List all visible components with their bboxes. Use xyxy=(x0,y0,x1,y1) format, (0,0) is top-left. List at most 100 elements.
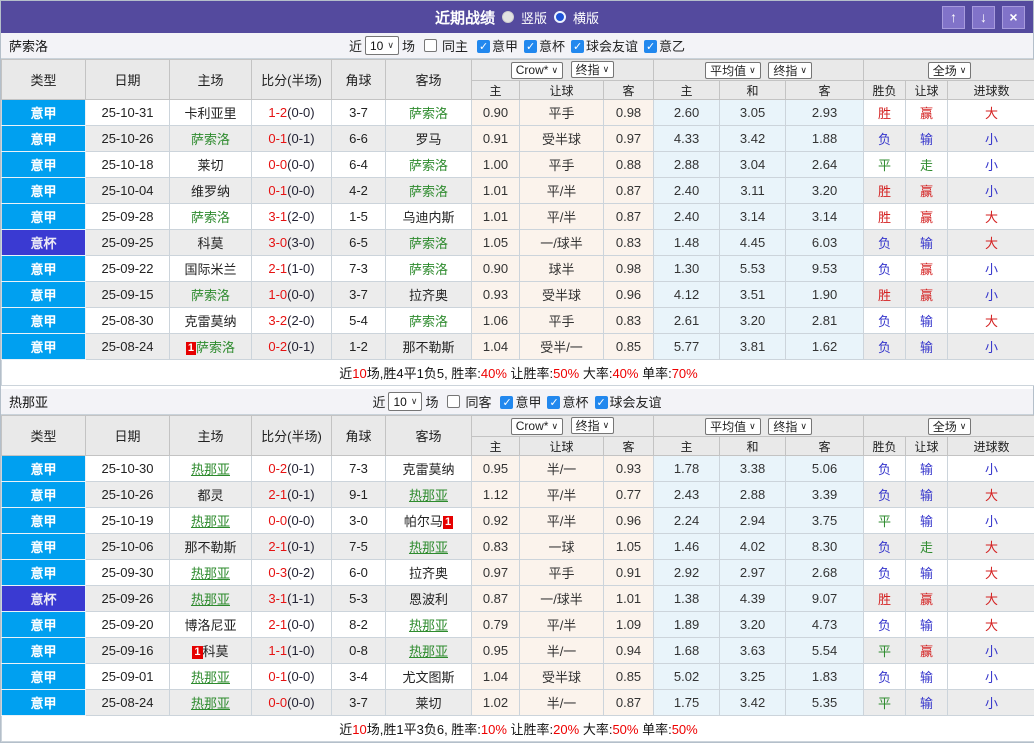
team-link[interactable]: 萨索洛 xyxy=(196,340,235,355)
team-link[interactable]: 热那亚 xyxy=(409,540,448,555)
league-filter-label[interactable]: 意杯 xyxy=(562,395,588,410)
team-link[interactable]: 热那亚 xyxy=(409,488,448,503)
team-link[interactable]: 萨索洛 xyxy=(191,210,230,225)
corner-cell: 3-7 xyxy=(332,690,386,716)
move-down-button[interactable]: ↓ xyxy=(972,6,995,29)
match-row[interactable]: 意甲25-10-26都灵2-1(0-1)9-1热那亚1.12平/半0.772.4… xyxy=(2,482,1034,508)
team-link[interactable]: 拉齐奥 xyxy=(409,566,448,581)
vertical-layout-label[interactable]: 竖版 xyxy=(521,8,547,27)
close-button[interactable]: × xyxy=(1002,6,1025,29)
team-link[interactable]: 萨索洛 xyxy=(191,288,230,303)
match-row[interactable]: 意甲25-10-26萨索洛0-1(0-1)6-6罗马0.91受半球0.974.3… xyxy=(2,126,1034,152)
average-select[interactable]: 平均值∨ xyxy=(705,418,761,435)
handicap-result-cell: 输 xyxy=(906,690,948,716)
match-count-select[interactable]: 10∨ xyxy=(365,36,399,55)
match-row[interactable]: 意甲25-09-22国际米兰2-1(1-0)7-3萨索洛0.90球半0.981.… xyxy=(2,256,1034,282)
league-filter-label[interactable]: 意甲 xyxy=(492,39,518,54)
team-link[interactable]: 莱切 xyxy=(197,158,223,173)
match-row[interactable]: 意甲25-10-30热那亚0-2(0-1)7-3克雷莫纳0.95半/一0.931… xyxy=(2,456,1034,482)
team-link[interactable]: 热那亚 xyxy=(191,592,230,607)
team-link[interactable]: 萨索洛 xyxy=(409,262,448,277)
team-link[interactable]: 热那亚 xyxy=(191,462,230,477)
league-filter-checkbox[interactable] xyxy=(547,396,560,409)
team-link[interactable]: 罗马 xyxy=(415,132,441,147)
match-row[interactable]: 意甲25-09-28萨索洛3-1(2-0)1-5乌迪内斯1.01平/半0.872… xyxy=(2,204,1034,230)
match-row[interactable]: 意甲25-08-30克雷莫纳3-2(2-0)5-4萨索洛1.06平手0.832.… xyxy=(2,308,1034,334)
team-link[interactable]: 博洛尼亚 xyxy=(184,618,236,633)
horizontal-layout-radio[interactable] xyxy=(554,11,566,23)
same-venue-checkbox[interactable] xyxy=(447,395,460,408)
league-filter-checkbox[interactable] xyxy=(595,396,608,409)
team-link[interactable]: 科莫 xyxy=(203,644,229,659)
average-select[interactable]: 平均值∨ xyxy=(705,62,761,79)
match-row[interactable]: 意杯25-09-25科莫3-0(3-0)6-5萨索洛1.05一/球半0.831.… xyxy=(2,230,1034,256)
horizontal-layout-label[interactable]: 横版 xyxy=(573,8,599,27)
league-filter-checkbox[interactable] xyxy=(571,40,584,53)
match-row[interactable]: 意甲25-09-01热那亚0-1(0-0)3-4尤文图斯1.04受半球0.855… xyxy=(2,664,1034,690)
team-link[interactable]: 萨索洛 xyxy=(409,314,448,329)
fulltime-select[interactable]: 全场∨ xyxy=(928,62,972,79)
match-row[interactable]: 意甲25-10-06那不勒斯2-1(0-1)7-5热那亚0.83一球1.051.… xyxy=(2,534,1034,560)
league-filter-checkbox[interactable] xyxy=(500,396,513,409)
team-link[interactable]: 萨索洛 xyxy=(409,184,448,199)
move-up-button[interactable]: ↑ xyxy=(942,6,965,29)
final-index-select-2[interactable]: 终指∨ xyxy=(768,62,812,79)
team-link[interactable]: 尤文图斯 xyxy=(402,670,454,685)
team-link[interactable]: 国际米兰 xyxy=(184,262,236,277)
final-index-select-2[interactable]: 终指∨ xyxy=(768,418,812,435)
team-link[interactable]: 萨索洛 xyxy=(191,132,230,147)
match-row[interactable]: 意甲25-10-18莱切0-0(0-0)6-4萨索洛1.00平手0.882.88… xyxy=(2,152,1034,178)
league-filter-label[interactable]: 意杯 xyxy=(539,39,565,54)
team-link[interactable]: 都灵 xyxy=(197,488,223,503)
team-link[interactable]: 那不勒斯 xyxy=(402,340,454,355)
match-row[interactable]: 意甲25-09-20博洛尼亚2-1(0-0)8-2热那亚0.79平/半1.091… xyxy=(2,612,1034,638)
league-filter-label[interactable]: 球会友谊 xyxy=(610,395,662,410)
league-filter-label[interactable]: 意甲 xyxy=(515,395,541,410)
final-index-select[interactable]: 终指∨ xyxy=(571,417,615,434)
team-link[interactable]: 帕尔马 xyxy=(404,514,443,529)
league-filter-label[interactable]: 意乙 xyxy=(659,39,685,54)
match-row[interactable]: 意甲25-09-161科莫1-1(1-0)0-8热那亚0.95半/一0.941.… xyxy=(2,638,1034,664)
team-link[interactable]: 热那亚 xyxy=(191,696,230,711)
team-link[interactable]: 萨索洛 xyxy=(409,236,448,251)
team-link[interactable]: 热那亚 xyxy=(191,566,230,581)
match-row[interactable]: 意甲25-08-24热那亚0-0(0-0)3-7莱切1.02半/一0.871.7… xyxy=(2,690,1034,716)
team-link[interactable]: 萨索洛 xyxy=(409,158,448,173)
match-row[interactable]: 意杯25-09-26热那亚3-1(1-1)5-3恩波利0.87一/球半1.011… xyxy=(2,586,1034,612)
match-row[interactable]: 意甲25-10-19热那亚0-0(0-0)3-0帕尔马10.92平/半0.962… xyxy=(2,508,1034,534)
match-row[interactable]: 意甲25-10-04维罗纳0-1(0-0)4-2萨索洛1.01平/半0.872.… xyxy=(2,178,1034,204)
league-filter-checkbox[interactable] xyxy=(644,40,657,53)
same-venue-checkbox[interactable] xyxy=(424,39,437,52)
fulltime-select[interactable]: 全场∨ xyxy=(928,418,972,435)
team-link[interactable]: 科莫 xyxy=(197,236,223,251)
team-link[interactable]: 热那亚 xyxy=(409,618,448,633)
match-row[interactable]: 意甲25-08-241萨索洛0-2(0-1)1-2那不勒斯1.04受半/一0.8… xyxy=(2,334,1034,360)
team-link[interactable]: 热那亚 xyxy=(191,514,230,529)
match-row[interactable]: 意甲25-09-30热那亚0-3(0-2)6-0拉齐奥0.97平手0.912.9… xyxy=(2,560,1034,586)
team-link[interactable]: 那不勒斯 xyxy=(184,540,236,555)
match-row[interactable]: 意甲25-10-31卡利亚里1-2(0-0)3-7萨索洛0.90平手0.982.… xyxy=(2,100,1034,126)
vertical-layout-radio[interactable] xyxy=(502,11,514,23)
team-link[interactable]: 恩波利 xyxy=(409,592,448,607)
league-type-cell: 意甲 xyxy=(2,456,86,482)
bookmaker-select[interactable]: Crow*∨ xyxy=(511,62,563,79)
team-link[interactable]: 克雷莫纳 xyxy=(184,314,236,329)
bookmaker-select[interactable]: Crow*∨ xyxy=(511,418,563,435)
team-link[interactable]: 萨索洛 xyxy=(409,106,448,121)
league-filter-checkbox[interactable] xyxy=(477,40,490,53)
team-link[interactable]: 热那亚 xyxy=(191,670,230,685)
team-link[interactable]: 克雷莫纳 xyxy=(402,462,454,477)
league-filter-checkbox[interactable] xyxy=(524,40,537,53)
match-count-select[interactable]: 10∨ xyxy=(388,392,422,411)
match-row[interactable]: 意甲25-09-15萨索洛1-0(0-0)3-7拉齐奥0.93受半球0.964.… xyxy=(2,282,1034,308)
team-link[interactable]: 热那亚 xyxy=(409,644,448,659)
same-venue-label[interactable]: 同主 xyxy=(442,36,468,55)
team-link[interactable]: 维罗纳 xyxy=(191,184,230,199)
team-link[interactable]: 乌迪内斯 xyxy=(402,210,454,225)
team-link[interactable]: 莱切 xyxy=(415,696,441,711)
league-filter-label[interactable]: 球会友谊 xyxy=(586,39,638,54)
team-link[interactable]: 卡利亚里 xyxy=(184,106,236,121)
team-link[interactable]: 拉齐奥 xyxy=(409,288,448,303)
final-index-select[interactable]: 终指∨ xyxy=(571,61,615,78)
same-venue-label[interactable]: 同客 xyxy=(465,392,491,411)
